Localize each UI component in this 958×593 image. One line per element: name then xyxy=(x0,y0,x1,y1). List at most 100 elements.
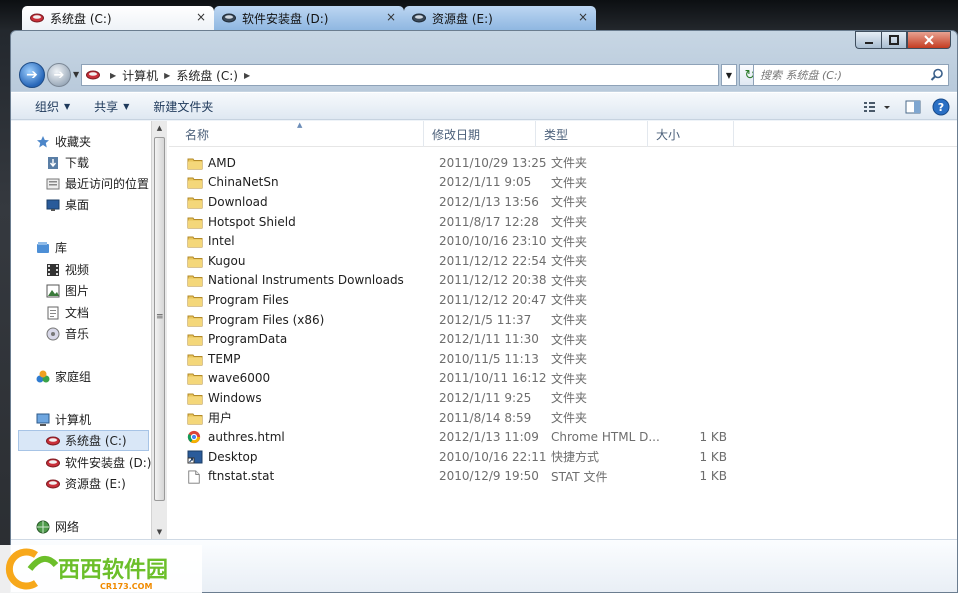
nav-item-pictures[interactable]: 图片 xyxy=(45,280,89,301)
file-name: ChinaNetSn xyxy=(208,175,279,190)
file-name: AMD xyxy=(208,155,236,170)
chevron-right-icon[interactable]: ▶ xyxy=(110,71,116,80)
nav-item-desktop[interactable]: 桌面 xyxy=(45,194,89,215)
organize-button[interactable]: 组织 ▼ xyxy=(23,94,82,118)
new-folder-button[interactable]: 新建文件夹 xyxy=(141,94,225,118)
minimize-button[interactable] xyxy=(855,31,881,49)
file-type: 文件夹 xyxy=(551,411,588,426)
table-row[interactable]: Desktop 2010/10/16 22:11 快捷方式 1 KB xyxy=(169,447,957,467)
nav-item-drive-c[interactable]: 系统盘 (C:) xyxy=(18,430,149,451)
table-row[interactable]: ChinaNetSn 2012/1/11 9:05 文件夹 xyxy=(169,173,957,193)
table-row[interactable]: Intel 2010/10/16 23:10 文件夹 xyxy=(169,231,957,251)
table-row[interactable]: Windows 2012/1/11 9:25 文件夹 xyxy=(169,388,957,408)
table-row[interactable]: authres.html 2012/1/13 11:09 Chrome HTML D… xyxy=(169,427,957,447)
column-type[interactable]: 类型 xyxy=(536,121,648,147)
file-name-cell[interactable]: AMD xyxy=(187,153,236,173)
nav-item-libraries[interactable]: 库 xyxy=(35,237,67,258)
file-name-cell[interactable]: Kugou xyxy=(187,251,245,271)
close-button[interactable] xyxy=(907,31,951,49)
drive-icon xyxy=(412,13,426,23)
table-row[interactable]: TEMP 2010/11/5 11:13 文件夹 xyxy=(169,349,957,369)
file-name-cell[interactable]: ProgramData xyxy=(187,329,287,349)
tab-close-icon[interactable]: × xyxy=(386,10,396,24)
table-row[interactable]: Kugou 2011/12/12 22:54 文件夹 xyxy=(169,251,957,271)
search-box[interactable] xyxy=(753,64,949,86)
share-button[interactable]: 共享 ▼ xyxy=(82,94,141,118)
file-type: 文件夹 xyxy=(551,371,588,386)
folder-icon xyxy=(187,313,203,327)
breadcrumb-computer[interactable]: 计算机 xyxy=(122,67,158,84)
table-row[interactable]: National Instruments Downloads 2011/12/12… xyxy=(169,271,957,291)
table-row[interactable]: ftnstat.stat 2010/12/9 19:50 STAT 文件 1 KB xyxy=(169,467,957,487)
column-size[interactable]: 大小 xyxy=(648,121,734,147)
recent-pages-dropdown[interactable]: ▼ xyxy=(73,70,79,79)
file-name-cell[interactable]: Download xyxy=(187,192,268,212)
tab-close-icon[interactable]: × xyxy=(578,10,588,24)
nav-item-network[interactable]: 网络 xyxy=(35,516,79,537)
file-type: Chrome HTML D... xyxy=(551,430,660,445)
address-dropdown-button[interactable]: ▼ xyxy=(721,64,737,86)
table-row[interactable]: Hotspot Shield 2011/8/17 12:28 文件夹 xyxy=(169,212,957,232)
search-input[interactable] xyxy=(760,68,920,82)
nav-label: 计算机 xyxy=(55,413,92,427)
file-name-cell[interactable]: Intel xyxy=(187,231,235,251)
view-options-button[interactable] xyxy=(861,97,895,117)
column-name[interactable]: 名称 xyxy=(177,121,424,147)
file-name-cell[interactable]: 用户 xyxy=(187,408,232,428)
tab-drive-e[interactable]: 资源盘 (E:) × xyxy=(404,6,596,30)
file-name-cell[interactable]: Program Files xyxy=(187,290,289,310)
file-name-cell[interactable]: wave6000 xyxy=(187,369,270,389)
nav-item-videos[interactable]: 视频 xyxy=(45,259,89,280)
back-button[interactable]: ➔ xyxy=(19,62,45,88)
scroll-down-icon[interactable]: ▼ xyxy=(152,525,167,539)
nav-item-homegroup[interactable]: 家庭组 xyxy=(35,366,91,387)
navigation-scrollbar[interactable]: ▲ ≡ ▼ xyxy=(151,121,167,539)
nav-item-drive-d[interactable]: 软件安装盘 (D:) xyxy=(45,452,151,473)
nav-item-music[interactable]: 音乐 xyxy=(45,323,89,344)
nav-label: 音乐 xyxy=(65,327,90,341)
table-row[interactable]: ProgramData 2012/1/11 11:30 文件夹 xyxy=(169,329,957,349)
file-name-cell[interactable]: Hotspot Shield xyxy=(187,212,296,232)
file-name-cell[interactable]: Program Files (x86) xyxy=(187,310,324,330)
table-row[interactable]: Program Files 2011/12/12 20:47 文件夹 xyxy=(169,290,957,310)
table-row[interactable]: Program Files (x86) 2012/1/5 11:37 文件夹 xyxy=(169,310,957,330)
nav-item-drive-e[interactable]: 资源盘 (E:) xyxy=(45,473,126,494)
tab-drive-d[interactable]: 软件安装盘 (D:) × xyxy=(214,6,404,30)
preview-pane-button[interactable] xyxy=(903,97,923,117)
table-row[interactable]: AMD 2011/10/29 13:25 文件夹 xyxy=(169,153,957,173)
search-icon[interactable] xyxy=(930,68,944,82)
file-size xyxy=(661,173,727,193)
toolbar-right: ? xyxy=(861,97,951,117)
maximize-button[interactable] xyxy=(881,31,907,49)
file-name-cell[interactable]: National Instruments Downloads xyxy=(187,271,404,291)
cr173-logo: 西西软件园 CR173.COM xyxy=(0,545,202,593)
file-name-cell[interactable]: ftnstat.stat xyxy=(187,467,274,487)
table-row[interactable]: 用户 2011/8/14 8:59 文件夹 xyxy=(169,408,957,428)
nav-item-favorites[interactable]: 收藏夹 xyxy=(35,131,91,152)
chevron-right-icon[interactable]: ▶ xyxy=(164,71,170,80)
nav-item-documents[interactable]: 文档 xyxy=(45,302,89,323)
chevron-down-icon: ▼ xyxy=(123,101,130,111)
file-name-cell[interactable]: ChinaNetSn xyxy=(187,173,279,193)
help-button[interactable]: ? xyxy=(931,97,951,117)
nav-label: 桌面 xyxy=(65,198,90,212)
chevron-right-icon[interactable]: ▶ xyxy=(244,71,250,80)
file-name-cell[interactable]: Windows xyxy=(187,388,262,408)
file-name-cell[interactable]: Desktop xyxy=(187,447,258,467)
breadcrumb-drive-c[interactable]: 系统盘 (C:) xyxy=(176,67,238,84)
nav-item-computer[interactable]: 计算机 xyxy=(35,409,91,430)
file-name-cell[interactable]: authres.html xyxy=(187,427,285,447)
scrollbar-thumb[interactable]: ≡ xyxy=(154,137,165,501)
tab-drive-c[interactable]: 系统盘 (C:) × xyxy=(22,6,214,30)
table-row[interactable]: wave6000 2011/10/11 16:12 文件夹 xyxy=(169,369,957,389)
nav-item-recent[interactable]: 最近访问的位置 xyxy=(45,173,149,194)
column-date[interactable]: 修改日期 xyxy=(424,121,536,147)
table-row[interactable]: Download 2012/1/13 13:56 文件夹 xyxy=(169,192,957,212)
forward-button[interactable]: ➔ xyxy=(47,63,71,87)
file-name-cell[interactable]: TEMP xyxy=(187,349,241,369)
minimize-icon xyxy=(864,42,873,44)
nav-item-downloads[interactable]: 下载 xyxy=(45,152,89,173)
tab-close-icon[interactable]: × xyxy=(196,10,206,24)
address-bar[interactable]: ▶ 计算机 ▶ 系统盘 (C:) ▶ xyxy=(81,64,719,86)
scroll-up-icon[interactable]: ▲ xyxy=(152,121,167,135)
